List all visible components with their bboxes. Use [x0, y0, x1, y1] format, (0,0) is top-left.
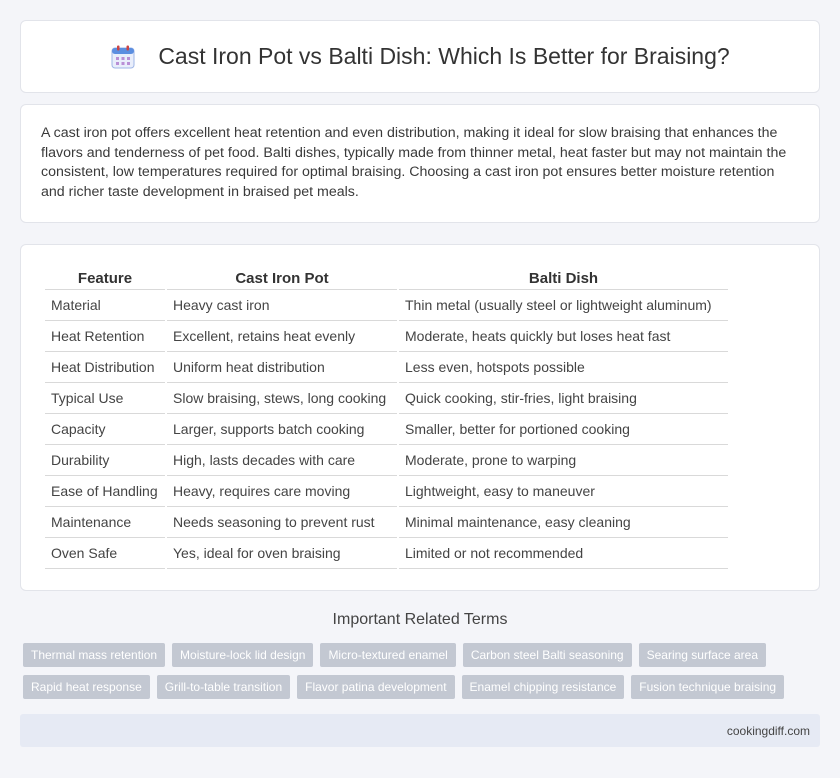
cell-feature: Ease of Handling	[45, 476, 165, 507]
table-row: Capacity Larger, supports batch cooking Sm…	[45, 414, 728, 445]
related-term-tag[interactable]: Carbon steel Balti seasoning	[462, 643, 632, 667]
title-row: Cast Iron Pot vs Balti Dish: Which Is Be…	[21, 21, 819, 92]
cell-feature: Capacity	[45, 414, 165, 445]
cell-cast-iron-pot: Larger, supports batch cooking	[167, 414, 397, 445]
cell-feature: Material	[45, 290, 165, 321]
cell-feature: Maintenance	[45, 507, 165, 538]
table-header-row: Feature Cast Iron Pot Balti Dish	[45, 265, 728, 290]
related-term-tag[interactable]: Fusion technique braising	[631, 675, 785, 699]
cell-balti-dish: Moderate, heats quickly but loses heat f…	[399, 321, 728, 352]
related-term-tag[interactable]: Grill-to-table transition	[156, 675, 291, 699]
table-row: Ease of Handling Heavy, requires care mov…	[45, 476, 728, 507]
related-term-tag[interactable]: Moisture-lock lid design	[172, 643, 314, 667]
related-terms-list: Thermal mass retention Moisture-lock lid …	[23, 643, 823, 707]
footer: cookingdiff.com	[20, 714, 820, 747]
header-feature: Feature	[45, 265, 165, 290]
cell-balti-dish: Smaller, better for portioned cooking	[399, 414, 728, 445]
cell-cast-iron-pot: Uniform heat distribution	[167, 352, 397, 383]
related-term-tag[interactable]: Rapid heat response	[23, 675, 150, 699]
cell-cast-iron-pot: Heavy cast iron	[167, 290, 397, 321]
header-card: Cast Iron Pot vs Balti Dish: Which Is Be…	[20, 20, 820, 93]
related-term-tag[interactable]: Flavor patina development	[297, 675, 455, 699]
table-row: Oven Safe Yes, ideal for oven braising Lim…	[45, 538, 728, 569]
comparison-table: Feature Cast Iron Pot Balti Dish Materia…	[43, 265, 730, 569]
related-term-tag[interactable]: Micro-textured enamel	[320, 643, 456, 667]
cell-cast-iron-pot: Excellent, retains heat evenly	[167, 321, 397, 352]
cell-balti-dish: Moderate, prone to warping	[399, 445, 728, 476]
related-term-tag[interactable]: Searing surface area	[638, 643, 766, 667]
cell-cast-iron-pot: Heavy, requires care moving	[167, 476, 397, 507]
table-row: Heat Distribution Uniform heat distributi…	[45, 352, 728, 383]
table-row: Maintenance Needs seasoning to prevent ru…	[45, 507, 728, 538]
header-cast-iron-pot: Cast Iron Pot	[167, 265, 397, 290]
intro-card: A cast iron pot offers excellent heat re…	[20, 104, 820, 223]
cell-cast-iron-pot: Needs seasoning to prevent rust	[167, 507, 397, 538]
table-row: Material Heavy cast iron Thin metal (usual…	[45, 290, 728, 321]
related-terms-title: Important Related Terms	[332, 611, 508, 628]
cell-balti-dish: Less even, hotspots possible	[399, 352, 728, 383]
table-row: Heat Retention Excellent, retains heat ev…	[45, 321, 728, 352]
cell-balti-dish: Limited or not recommended	[399, 538, 728, 569]
cell-feature: Oven Safe	[45, 538, 165, 569]
cell-feature: Typical Use	[45, 383, 165, 414]
cell-cast-iron-pot: Slow braising, stews, long cooking	[167, 383, 397, 414]
cell-balti-dish: Minimal maintenance, easy cleaning	[399, 507, 728, 538]
cell-balti-dish: Thin metal (usually steel or lightweight…	[399, 290, 728, 321]
page-title: Cast Iron Pot vs Balti Dish: Which Is Be…	[158, 43, 730, 69]
cell-feature: Heat Retention	[45, 321, 165, 352]
cell-feature: Durability	[45, 445, 165, 476]
cell-balti-dish: Quick cooking, stir-fries, light braisin…	[399, 383, 728, 414]
table-row: Durability High, lasts decades with care M…	[45, 445, 728, 476]
header-balti-dish: Balti Dish	[399, 265, 728, 290]
related-term-tag[interactable]: Enamel chipping resistance	[461, 675, 625, 699]
cell-balti-dish: Lightweight, easy to maneuver	[399, 476, 728, 507]
comparison-card: Feature Cast Iron Pot Balti Dish Materia…	[20, 244, 820, 591]
footer-site[interactable]: cookingdiff.com	[727, 724, 810, 738]
related-term-tag[interactable]: Thermal mass retention	[23, 643, 166, 667]
cell-cast-iron-pot: High, lasts decades with care	[167, 445, 397, 476]
calendar-icon	[110, 44, 136, 70]
intro-paragraph: A cast iron pot offers excellent heat re…	[41, 125, 787, 200]
table-row: Typical Use Slow braising, stews, long co…	[45, 383, 728, 414]
cell-cast-iron-pot: Yes, ideal for oven braising	[167, 538, 397, 569]
cell-feature: Heat Distribution	[45, 352, 165, 383]
